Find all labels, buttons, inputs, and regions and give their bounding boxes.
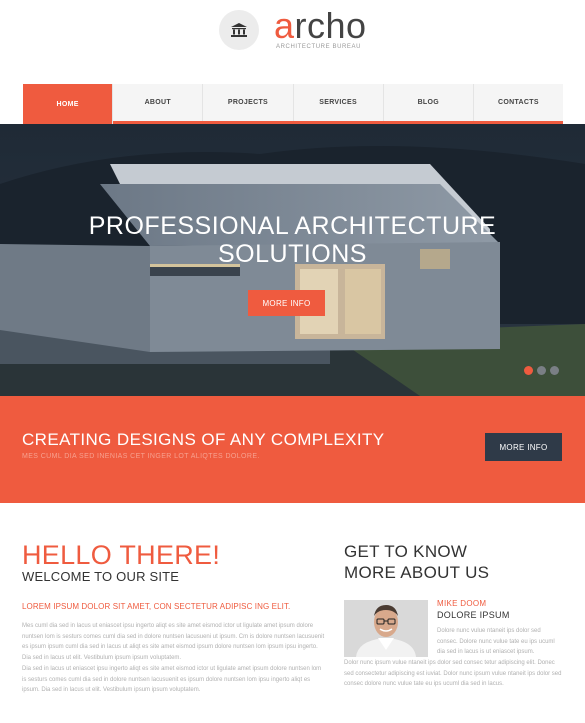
main-nav: HOME ABOUT PROJECTS SERVICES BLOG CONTAC… — [23, 84, 563, 124]
slider-dot-3[interactable] — [550, 366, 559, 375]
person-bio-1: Dolore nunc vulue ntaneit ips dolor sed … — [437, 628, 555, 655]
slider-dots — [524, 366, 559, 375]
banner-more-info-button[interactable]: MORE INFO — [485, 433, 562, 461]
brand-accent-letter: a — [274, 5, 295, 46]
about-heading-line2: MORE ABOUT US — [344, 563, 490, 582]
brand-rest: rcho — [294, 5, 367, 46]
banner-title: CREATING DESIGNS OF ANY COMPLEXITY — [22, 430, 385, 449]
slider-dot-1[interactable] — [524, 366, 533, 375]
about-heading-line1: GET TO KNOW — [344, 542, 468, 561]
banner-subtitle: MES CUML DIA SED INENIAS CET INGER LOT A… — [22, 453, 260, 460]
nav-item-about[interactable]: ABOUT — [113, 84, 204, 121]
person-photo — [344, 600, 428, 657]
brand-subtitle: ARCHITECTURE BUREAU — [276, 44, 362, 50]
nav-item-home[interactable]: HOME — [23, 84, 114, 124]
promo-banner: CREATING DESIGNS OF ANY COMPLEXITY MES C… — [0, 396, 585, 503]
intro-paragraph-2: Dia sed in lacus ut eniascet ipsu ingert… — [22, 666, 322, 693]
hero-slider: PROFESSIONAL ARCHITECTURE SOLUTIONS MORE… — [0, 124, 585, 396]
about-heading: GET TO KNOW MORE ABOUT US — [344, 541, 489, 583]
nav-item-contacts[interactable]: CONTACTS — [474, 84, 563, 121]
hero-title: PROFESSIONAL ARCHITECTURE SOLUTIONS — [0, 212, 585, 268]
slider-dot-2[interactable] — [537, 366, 546, 375]
person-role: DOLORE IPSUM — [437, 610, 510, 620]
nav-item-blog[interactable]: BLOG — [384, 84, 474, 121]
nav-item-services[interactable]: SERVICES — [294, 84, 384, 121]
hero-more-info-button[interactable]: MORE INFO — [248, 290, 325, 316]
brand-logo-text[interactable]: archo — [274, 6, 367, 46]
intro-heading: HELLO THERE! — [22, 540, 221, 570]
intro-subheading: WELCOME TO OUR SITE — [22, 569, 180, 584]
intro-paragraph-1: Mes cuml dia sed in lacus ut eniascet ip… — [22, 623, 325, 661]
bank-icon — [231, 23, 247, 37]
intro-lead: LOREM IPSUM DOLOR SIT AMET, CON SECTETUR… — [22, 602, 291, 611]
site-header: archo ARCHITECTURE BUREAU — [0, 0, 585, 84]
hero-title-line1: PROFESSIONAL ARCHITECTURE — [88, 212, 497, 240]
person-name: MIKE DOOM — [437, 599, 487, 608]
nav-item-projects[interactable]: PROJECTS — [203, 84, 294, 121]
hero-title-line2: SOLUTIONS — [218, 240, 367, 268]
person-portrait — [344, 600, 428, 657]
person-bio-2: Dolor nunc ipsum vulue ntaneit ips dolor… — [344, 660, 562, 687]
logo-badge[interactable] — [219, 10, 259, 50]
